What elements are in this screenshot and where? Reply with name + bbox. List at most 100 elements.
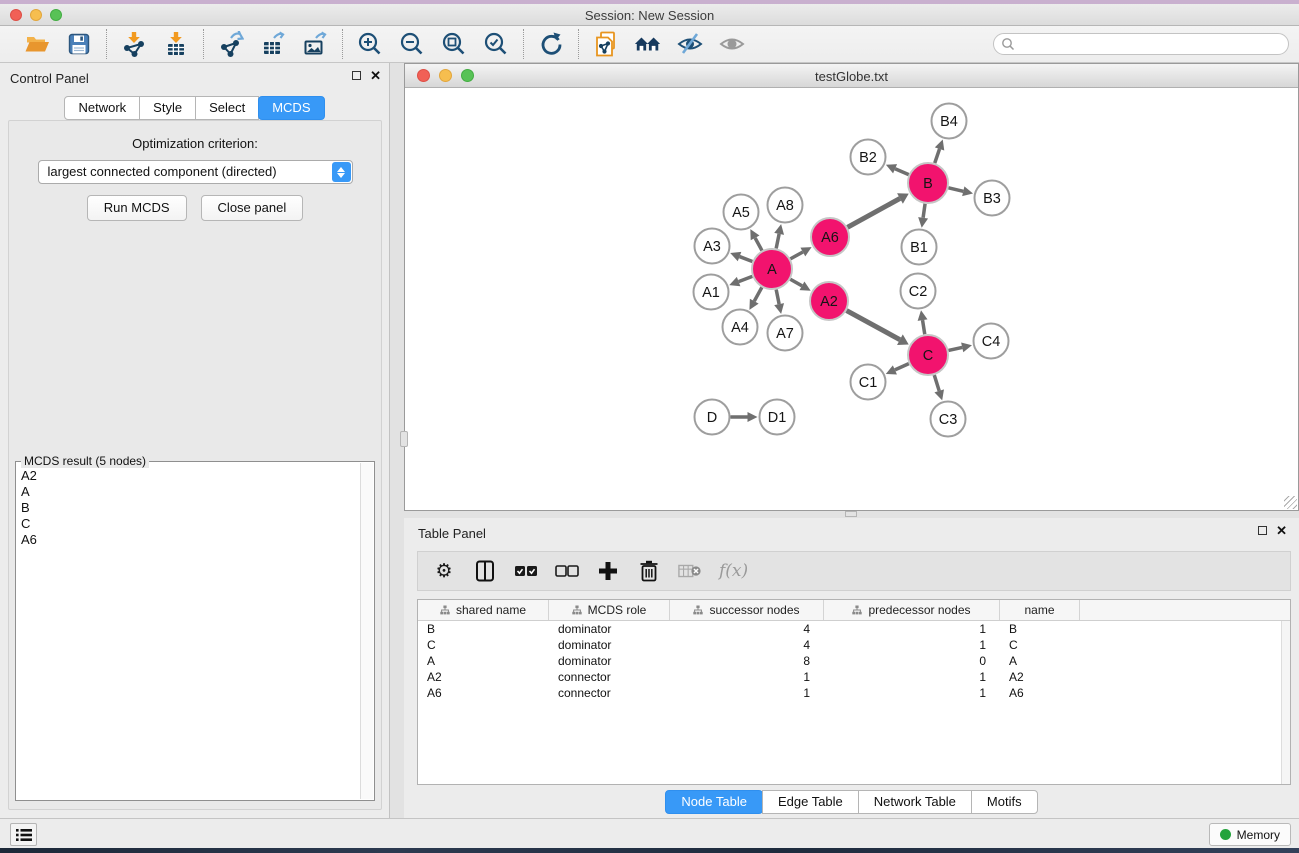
- graph-edge[interactable]: [776, 290, 779, 305]
- column-header[interactable]: MCDS role: [549, 600, 670, 620]
- graph-edge[interactable]: [948, 188, 963, 191]
- graph-edge[interactable]: [847, 311, 900, 340]
- column-header[interactable]: successor nodes: [670, 600, 824, 620]
- tab-network-table[interactable]: Network Table: [858, 790, 972, 814]
- table-cell[interactable]: 1: [824, 685, 1000, 701]
- show-all-button[interactable]: [718, 30, 746, 58]
- home-button[interactable]: [634, 30, 662, 58]
- zoom-fit-button[interactable]: [440, 30, 468, 58]
- mcds-result-item[interactable]: A: [17, 484, 360, 500]
- memory-button[interactable]: Memory: [1209, 823, 1291, 846]
- network-canvas[interactable]: B4B2BB3A5A8A6A3B1AA1C2A2A4A7CC4C1C3DD1: [405, 88, 1298, 510]
- tab-network[interactable]: Network: [64, 96, 140, 120]
- tab-style[interactable]: Style: [139, 96, 196, 120]
- graph-edge[interactable]: [755, 238, 762, 251]
- table-cell[interactable]: connector: [549, 685, 670, 701]
- splitter-handle-left[interactable]: [400, 431, 408, 447]
- table-cell[interactable]: A6: [418, 685, 549, 701]
- close-panel-button[interactable]: Close panel: [201, 195, 304, 221]
- table-cell[interactable]: 1: [824, 621, 1000, 637]
- export-table-button[interactable]: [259, 30, 287, 58]
- import-network-button[interactable]: [120, 30, 148, 58]
- table-row[interactable]: A6connector11A6: [418, 685, 1290, 701]
- graph-edge[interactable]: [739, 276, 753, 281]
- graph-edge[interactable]: [895, 364, 909, 370]
- open-session-button[interactable]: [23, 30, 51, 58]
- float-panel-icon[interactable]: [352, 71, 361, 80]
- show-columns-button[interactable]: [473, 559, 497, 583]
- export-network-button[interactable]: [217, 30, 245, 58]
- table-cell[interactable]: A2: [418, 669, 549, 685]
- zoom-in-button[interactable]: [356, 30, 384, 58]
- deselect-all-button[interactable]: [555, 559, 579, 583]
- table-cell[interactable]: C: [1000, 637, 1080, 653]
- table-row[interactable]: Adominator80A: [418, 653, 1290, 669]
- save-session-button[interactable]: [65, 30, 93, 58]
- column-header[interactable]: shared name: [418, 600, 549, 620]
- table-cell[interactable]: 4: [670, 637, 824, 653]
- resize-grip[interactable]: [1284, 496, 1297, 509]
- table-cell[interactable]: A: [418, 653, 549, 669]
- table-cell[interactable]: 0: [824, 653, 1000, 669]
- mcds-result-item[interactable]: B: [17, 500, 360, 516]
- splitter-handle-bottom[interactable]: [845, 511, 857, 517]
- graph-edge[interactable]: [740, 257, 753, 262]
- new-network-from-file-button[interactable]: [592, 30, 620, 58]
- float-table-panel-icon[interactable]: [1258, 526, 1267, 535]
- zoom-out-button[interactable]: [398, 30, 426, 58]
- table-cell[interactable]: 4: [670, 621, 824, 637]
- table-cell[interactable]: dominator: [549, 621, 670, 637]
- table-cell[interactable]: 1: [824, 637, 1000, 653]
- graph-edge[interactable]: [848, 198, 900, 227]
- criterion-select[interactable]: largest connected component (directed): [38, 160, 353, 184]
- table-scrollbar[interactable]: [1281, 621, 1290, 784]
- table-cell[interactable]: 1: [670, 685, 824, 701]
- table-cell[interactable]: connector: [549, 669, 670, 685]
- delete-row-button[interactable]: [637, 559, 661, 583]
- graph-edge[interactable]: [790, 279, 802, 286]
- graph-edge[interactable]: [923, 204, 925, 218]
- table-row[interactable]: A2connector11A2: [418, 669, 1290, 685]
- close-panel-icon[interactable]: ✕: [370, 70, 381, 81]
- mcds-result-item[interactable]: A2: [17, 468, 360, 484]
- column-settings-button[interactable]: ⚙: [432, 559, 456, 583]
- import-table-button[interactable]: [162, 30, 190, 58]
- hide-selected-button[interactable]: [676, 30, 704, 58]
- mcds-result-item[interactable]: C: [17, 516, 360, 532]
- graph-edge[interactable]: [948, 347, 962, 350]
- search-input[interactable]: [993, 33, 1289, 55]
- table-row[interactable]: Bdominator41B: [418, 621, 1290, 637]
- network-window-titlebar[interactable]: testGlobe.txt: [405, 64, 1298, 88]
- table-cell[interactable]: C: [418, 637, 549, 653]
- close-table-panel-icon[interactable]: ✕: [1276, 525, 1287, 536]
- show-panels-button[interactable]: [10, 823, 37, 846]
- graph-edge[interactable]: [935, 149, 940, 163]
- table-cell[interactable]: 1: [824, 669, 1000, 685]
- add-row-button[interactable]: [596, 559, 620, 583]
- column-header[interactable]: name: [1000, 600, 1080, 620]
- run-mcds-button[interactable]: Run MCDS: [87, 195, 187, 221]
- tab-motifs[interactable]: Motifs: [971, 790, 1038, 814]
- table-cell[interactable]: dominator: [549, 653, 670, 669]
- select-all-button[interactable]: [514, 559, 538, 583]
- column-header[interactable]: predecessor nodes: [824, 600, 1000, 620]
- graph-edge[interactable]: [776, 234, 779, 249]
- graph-edge[interactable]: [923, 320, 925, 334]
- tab-select[interactable]: Select: [195, 96, 259, 120]
- table-cell[interactable]: A: [1000, 653, 1080, 669]
- table-cell[interactable]: A2: [1000, 669, 1080, 685]
- table-row[interactable]: Cdominator41C: [418, 637, 1290, 653]
- table-cell[interactable]: 1: [670, 669, 824, 685]
- graph-edge[interactable]: [754, 287, 762, 301]
- tab-node-table[interactable]: Node Table: [665, 790, 763, 814]
- export-image-button[interactable]: [301, 30, 329, 58]
- table-cell[interactable]: A6: [1000, 685, 1080, 701]
- list-scrollbar[interactable]: [360, 463, 373, 799]
- table-cell[interactable]: B: [418, 621, 549, 637]
- mcds-result-list[interactable]: A2ABCA6: [17, 468, 360, 799]
- network-graph[interactable]: B4B2BB3A5A8A6A3B1AA1C2A2A4A7CC4C1C3DD1: [405, 88, 1298, 510]
- table-cell[interactable]: dominator: [549, 637, 670, 653]
- tab-mcds[interactable]: MCDS: [258, 96, 324, 120]
- table-cell[interactable]: 8: [670, 653, 824, 669]
- zoom-selected-button[interactable]: [482, 30, 510, 58]
